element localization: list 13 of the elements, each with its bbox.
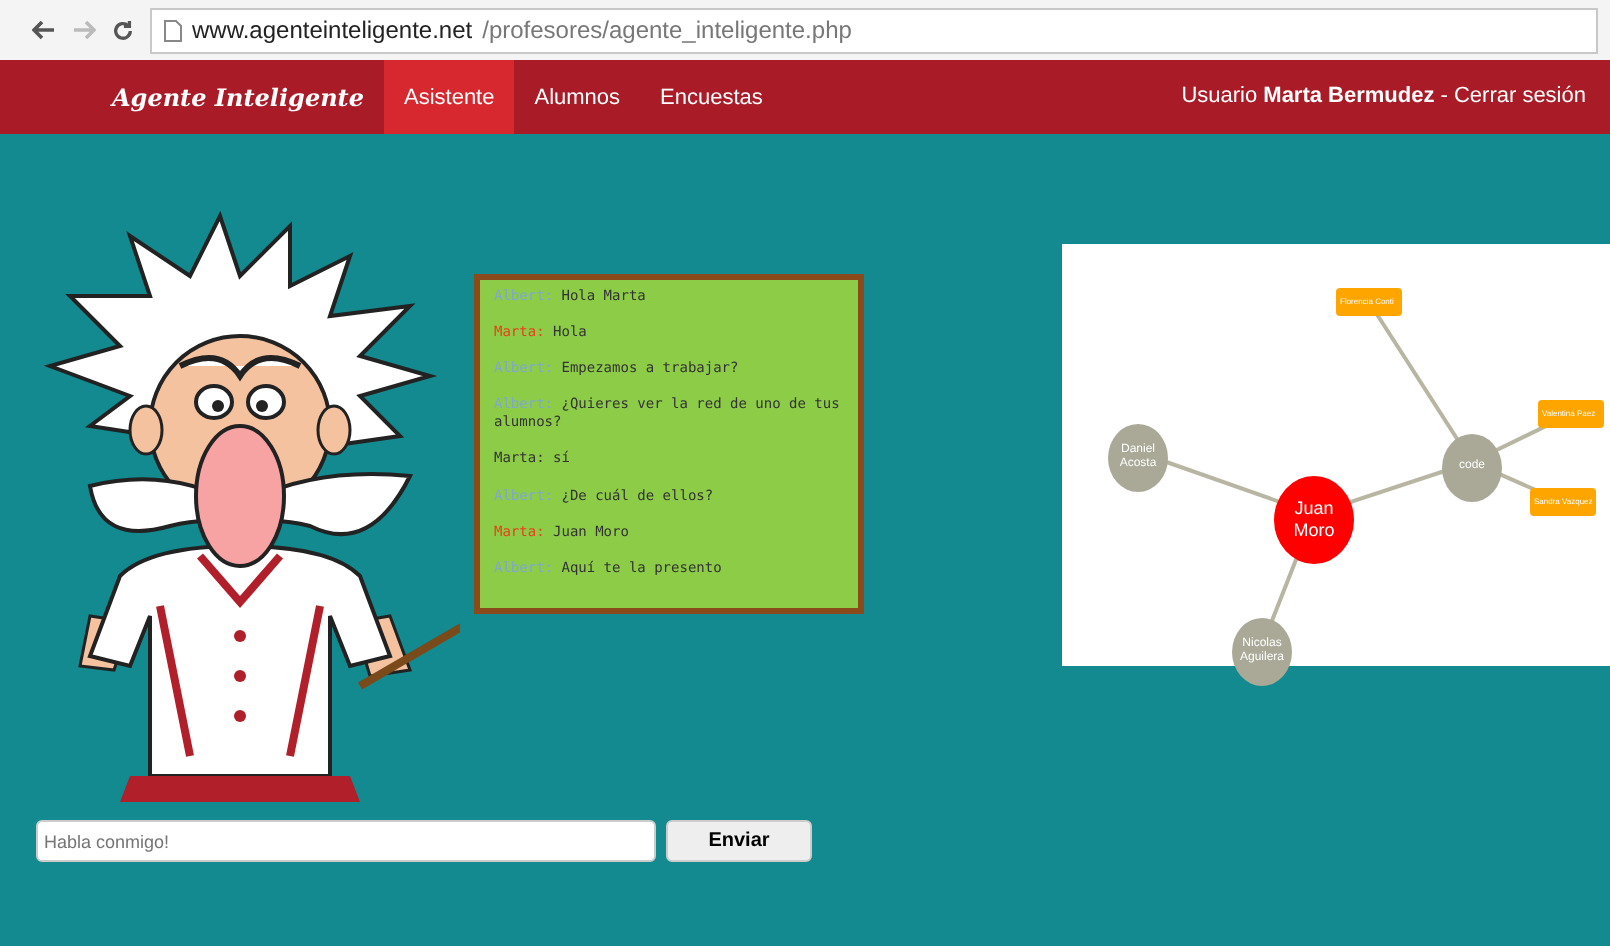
nav-tab[interactable]: Encuestas — [640, 60, 783, 134]
reload-icon[interactable] — [112, 19, 134, 41]
logout-link[interactable]: Cerrar sesión — [1453, 60, 1586, 134]
back-icon[interactable] — [32, 20, 56, 40]
send-button[interactable]: Enviar — [666, 820, 812, 862]
person-node[interactable]: Juan Moro — [1274, 476, 1354, 564]
page-icon — [164, 19, 182, 41]
nav-tab[interactable]: Asistente — [383, 60, 515, 134]
chat-input-field[interactable]: Habla conmigo! — [36, 820, 656, 862]
nav-tab[interactable]: Alumnos — [514, 60, 641, 134]
brand-logo[interactable]: Agente Inteligente — [112, 60, 364, 134]
address-bar[interactable]: www.agenteinteligente.net /profesores/agente_inteligente.php — [150, 7, 1598, 53]
user-label: Usuario Marta Bermudez - — [1181, 82, 1448, 112]
